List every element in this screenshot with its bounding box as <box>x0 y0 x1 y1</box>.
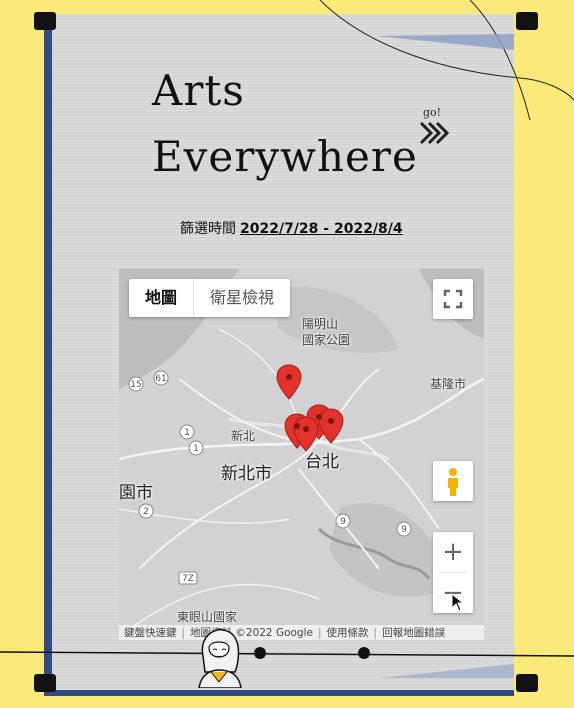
road-shield-9a: 9 <box>340 517 346 527</box>
map-widget[interactable]: 15 61 1 1 2 9 9 7Z 地圖 衛星檢視 陽明山 國家公園 基隆市 … <box>119 269 484 640</box>
top-right-clip <box>516 12 538 30</box>
title-line-2: Everywhere <box>152 132 418 181</box>
chevron-double-right-icon[interactable] <box>418 120 452 153</box>
avatar-icon <box>198 628 242 688</box>
road-shield-9b: 9 <box>401 525 407 535</box>
map-attribution-bar: 鍵盤快速鍵 | 地圖資料 ©2022 Google | 使用條款 | 回報地圖錯… <box>119 625 484 640</box>
road-shield-1b: 1 <box>193 444 199 454</box>
map-type-control: 地圖 衛星檢視 <box>129 279 291 317</box>
date-filter-label: 篩選時間 <box>180 221 236 237</box>
road-shield-15: 15 <box>130 380 141 390</box>
label-taipei: 台北 <box>305 452 339 472</box>
timeline-dot-1 <box>254 647 266 659</box>
tab-map[interactable]: 地圖 <box>129 279 195 317</box>
label-taoyuan: 園市 <box>119 483 153 503</box>
label-xinbei-small: 新北 <box>231 429 256 443</box>
zoom-in-button[interactable]: + <box>433 532 473 572</box>
road-shield-61: 61 <box>155 374 166 384</box>
label-yangmingshan: 陽明山 <box>302 317 339 331</box>
tab-satellite[interactable]: 衛星檢視 <box>194 279 290 317</box>
road-shield-1a: 1 <box>184 428 190 438</box>
date-filter: 篩選時間 2022/7/28 - 2022/8/4 <box>180 218 403 238</box>
terms-link[interactable]: 使用條款 <box>322 625 374 640</box>
pegman-icon <box>448 468 458 496</box>
date-range-link[interactable]: 2022/7/28 - 2022/8/4 <box>240 221 403 237</box>
label-national-park: 國家公園 <box>302 333 351 347</box>
fullscreen-icon <box>443 289 463 309</box>
keyboard-shortcuts-link[interactable]: 鍵盤快速鍵 <box>119 625 182 640</box>
cursor-icon <box>451 593 465 612</box>
title-line-1: Arts <box>152 66 245 115</box>
bottom-right-clip <box>516 674 538 692</box>
street-view-button[interactable] <box>433 461 473 501</box>
bottom-left-clip <box>34 674 56 692</box>
label-dongyan: 東眼山國家 <box>177 610 238 624</box>
go-label: go! <box>423 106 442 119</box>
top-left-clip <box>34 12 56 30</box>
road-shield-2: 2 <box>143 507 149 517</box>
road-shield-7z: 7Z <box>182 574 194 584</box>
fullscreen-button[interactable] <box>433 279 473 319</box>
label-keelung: 基隆市 <box>430 377 467 391</box>
report-error-link[interactable]: 回報地圖錯誤 <box>377 625 450 640</box>
timeline-dot-2 <box>358 647 370 659</box>
label-xinbei-city: 新北市 <box>221 464 272 484</box>
